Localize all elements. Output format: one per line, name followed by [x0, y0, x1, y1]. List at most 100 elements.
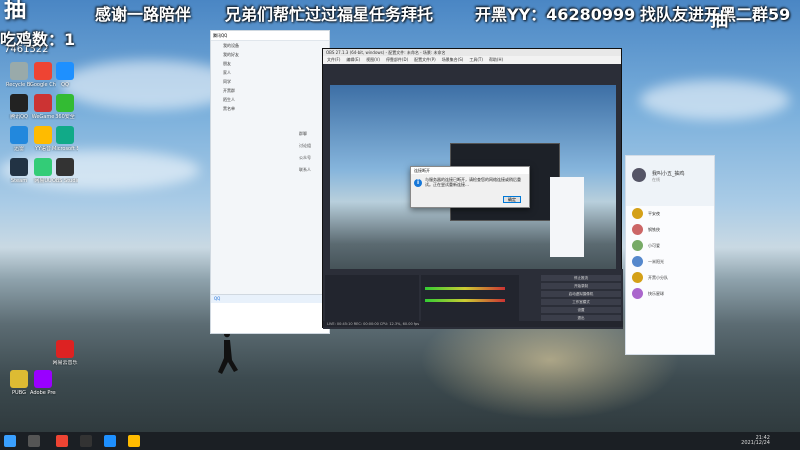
qq-contact-group[interactable]: 同学: [211, 77, 329, 86]
chat-header: 我叫小五_抽鸡 在线: [626, 156, 714, 206]
desktop-icon-label: 迅雷: [13, 146, 24, 152]
qq-taskbar-icon[interactable]: [104, 435, 116, 447]
app-icon: [56, 94, 74, 112]
desktop-icon-label: PUBG: [12, 390, 26, 396]
chat-item-name: 钢铁侠: [648, 227, 660, 232]
qq-group-item[interactable]: 群聊: [299, 131, 311, 143]
obs-taskbar-icon[interactable]: [80, 435, 92, 447]
obs-dock-area: 停止推流 开始录制 启动虚拟摄像机 工作室模式 设置 退出: [323, 269, 623, 329]
obs-menu-item[interactable]: 场景集合(S): [442, 57, 464, 62]
qq-group-list: 群聊 讨论组 公众号 联系人: [299, 131, 311, 179]
obs-control-button[interactable]: 设置: [541, 307, 621, 313]
scrolling-banner: 感谢一路陪伴 兄弟们帮忙过过福星任务拜托 开黑YY：46280999 找队友进开…: [0, 0, 800, 24]
app-icon: [10, 126, 28, 144]
connection-dialog: 连接断开 i 与服务器的连接已断开，请检查您的网络连接或稍后重试。正在尝试重新连…: [410, 166, 530, 208]
qq-main-window[interactable]: 腾讯QQ 我的设备 我的好友 朋友 家人 同学 开黑群 陌生人 黑名单 群聊 讨论组 公众号 联系人: [210, 30, 330, 320]
banner-text-1: 感谢一路陪伴: [95, 5, 192, 24]
desktop-icon[interactable]: 网易云音乐: [52, 340, 78, 366]
obs-menu-item[interactable]: 配置文件(P): [414, 57, 436, 62]
desktop-icon[interactable]: Microsoft Edge: [52, 126, 78, 152]
wallpaper-person-silhouette: [218, 332, 238, 374]
qq-group-item[interactable]: 讨论组: [299, 143, 311, 155]
chat-item-name: 一米阳光: [648, 259, 664, 264]
desktop-icon[interactable]: Recycle Bin: [6, 62, 32, 88]
desktop-icon[interactable]: QQ: [52, 62, 78, 88]
avatar: [632, 288, 643, 299]
qq-title: 腾讯QQ: [211, 31, 329, 41]
qq-chat-window[interactable]: 我叫小五_抽鸡 在线 平安夜钢铁侠小可爱一米阳光开黑小分队快乐星球: [625, 155, 715, 355]
desktop-icon[interactable]: OBS Studio: [52, 158, 78, 184]
qq-bottom-bar: QQ: [211, 295, 329, 303]
start-button-icon[interactable]: [4, 435, 16, 447]
desktop-icon[interactable]: Steam: [6, 158, 32, 184]
avatar: [632, 256, 643, 267]
avatar: [632, 208, 643, 219]
avatar: [632, 240, 643, 251]
obs-menu-item[interactable]: 文件(F): [327, 57, 340, 62]
desktop-icon[interactable]: PUBG: [6, 370, 32, 396]
system-clock[interactable]: 21:42 2021/12/24: [741, 436, 770, 446]
desktop-icon[interactable]: Adobe Premiere: [30, 370, 56, 396]
qq-group-item[interactable]: 联系人: [299, 167, 311, 179]
desktop-icon[interactable]: 迅雷: [6, 126, 32, 152]
qq-contact-group[interactable]: 我的设备: [211, 41, 329, 50]
app-icon: [10, 62, 28, 80]
search-icon[interactable]: [28, 435, 40, 447]
qq-contact-group[interactable]: 陌生人: [211, 95, 329, 104]
app-icon: [34, 126, 52, 144]
corner-logo: 抽: [710, 10, 728, 31]
qq-contact-list: 我的设备 我的好友 朋友 家人 同学 开黑群 陌生人 黑名单: [211, 41, 329, 113]
app-icon: [56, 158, 74, 176]
mixer-meter: [425, 299, 505, 302]
app-icon: [10, 94, 28, 112]
app-icon: [34, 158, 52, 176]
desktop-icon-label: 360安全: [55, 114, 75, 120]
desktop-icon[interactable]: 腾讯QQ: [6, 94, 32, 120]
chat-list-item[interactable]: 钢铁侠: [626, 222, 714, 238]
avatar: [632, 224, 643, 235]
qq-contact-group[interactable]: 家人: [211, 68, 329, 77]
obs-menu-item[interactable]: 停靠部件(D): [386, 57, 408, 62]
obs-scene-list[interactable]: [325, 275, 419, 323]
chat-contact-name: 我叫小五_抽鸡: [652, 171, 685, 177]
desktop-icon-label: OBS Studio: [52, 178, 78, 184]
obs-menu-item[interactable]: 工具(T): [469, 57, 483, 62]
chat-list-item[interactable]: 小可爱: [626, 238, 714, 254]
qq-notification-panel[interactable]: QQ: [210, 294, 330, 334]
obs-mixer[interactable]: [421, 275, 519, 323]
chat-item-name: 开黑小分队: [648, 275, 668, 280]
chrome-taskbar-icon[interactable]: [56, 435, 68, 447]
app-icon: [56, 62, 74, 80]
obs-status-bar: LIVE: 00:45:10 REC: 00:00:00 CPU: 12.3%,…: [323, 321, 623, 327]
desktop-icon-label: QQ: [61, 82, 69, 88]
obs-control-button[interactable]: 启动虚拟摄像机: [541, 291, 621, 297]
obs-menu-item[interactable]: 编辑(E): [346, 57, 360, 62]
yy-taskbar-icon[interactable]: [128, 435, 140, 447]
qq-contact-group[interactable]: 开黑群: [211, 86, 329, 95]
taskbar: 21:42 2021/12/24: [0, 432, 800, 450]
chat-list-item[interactable]: 平安夜: [626, 206, 714, 222]
dialog-ok-button[interactable]: 确定: [503, 196, 521, 203]
dialog-message: 与服务器的连接已断开，请检查您的网络连接或稍后重试。正在尝试重新连接…: [425, 177, 521, 187]
qq-contact-group[interactable]: 我的好友: [211, 50, 329, 59]
chat-list-item[interactable]: 快乐星球: [626, 286, 714, 302]
wallpaper-cloud: [640, 80, 790, 120]
chat-list-item[interactable]: 一米阳光: [626, 254, 714, 270]
obs-control-button[interactable]: 工作室模式: [541, 299, 621, 305]
qq-group-item[interactable]: 公众号: [299, 155, 311, 167]
app-icon: [34, 370, 52, 388]
chat-status: 在线: [652, 177, 660, 182]
desktop-icon[interactable]: 360安全: [52, 94, 78, 120]
obs-menu-item[interactable]: 帮助(H): [489, 57, 503, 62]
obs-control-button[interactable]: 开始录制: [541, 283, 621, 289]
qq-contact-group[interactable]: 黑名单: [211, 104, 329, 113]
obs-menubar: 文件(F) 编辑(E) 视图(V) 停靠部件(D) 配置文件(P) 场景集合(S) 工具(T…: [323, 56, 621, 64]
info-icon: i: [414, 179, 422, 187]
obs-menu-item[interactable]: 视图(V): [366, 57, 380, 62]
chat-list-item[interactable]: 开黑小分队: [626, 270, 714, 286]
obs-control-button[interactable]: 停止推流: [541, 275, 621, 281]
chicken-count: 吃鸡数：1: [0, 30, 76, 49]
app-icon: [56, 126, 74, 144]
chat-list: 平安夜钢铁侠小可爱一米阳光开黑小分队快乐星球: [626, 206, 714, 302]
qq-contact-group[interactable]: 朋友: [211, 59, 329, 68]
